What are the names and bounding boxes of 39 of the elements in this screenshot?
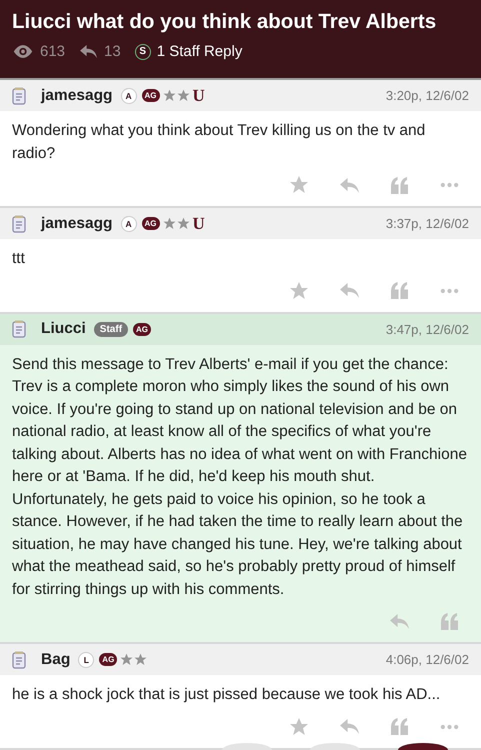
team-badge: AG xyxy=(142,89,160,102)
rank-badge: L xyxy=(78,652,94,668)
reply-count: 13 xyxy=(104,43,121,60)
logo-label: U xyxy=(192,214,205,234)
star-icon xyxy=(162,217,176,230)
post-time: 3:37p, 12/6/02 xyxy=(386,216,469,231)
document-icon xyxy=(12,214,26,232)
document-icon xyxy=(12,320,26,338)
star-icon xyxy=(120,653,134,666)
post-text: Send this message to Trev Alberts' e-mail if you get the chance: Trev is a complete moron who simply likes the sound of his own voice. If you're going to stand up on national television and be on national radio, at least know all of the specifics of what you're talking about. Alberts has no idea of what went on with Franchione here or at 'Bama. If he did, he'd keep his mouth shut. Unfortunately, he gets paid to voice his opinion, so he took a stance. However, if he had taken the time to really learn about the situation, he may have changed his tune. Hey, we're talking about what the meathead said, so he's probably pretty proud of himself for stirring things up with his comments. xyxy=(11,354,468,600)
document-icon xyxy=(12,650,26,668)
author-name[interactable]: Bag xyxy=(41,650,70,668)
staff-reply-count: 1 Staff Reply xyxy=(156,43,242,60)
staff-badge: Staff xyxy=(94,322,128,336)
star-icon xyxy=(176,89,190,102)
view-count: 613 xyxy=(40,43,66,60)
author-name[interactable]: jamesagg xyxy=(41,86,113,104)
post-time: 4:06p, 12/6/02 xyxy=(386,652,469,667)
star-icon xyxy=(134,653,148,666)
post-text: he is a shock jock that is just pissed because we took his AD... xyxy=(11,685,442,705)
post-text: ttt xyxy=(11,249,26,269)
post-time: 3:20p, 12/6/02 xyxy=(386,88,469,103)
post-time: 3:47p, 12/6/02 xyxy=(386,322,469,336)
team-badge: AG xyxy=(133,322,152,336)
topic-title: Liucci what do you think about Trev Alberts xyxy=(12,10,438,34)
star-icon xyxy=(176,217,190,230)
document-icon xyxy=(12,86,26,104)
staff-icon: S xyxy=(134,44,151,60)
post-text: Wondering what you think about Trev killing us on the tv and radio? xyxy=(11,121,426,164)
team-badge: AG xyxy=(99,653,118,666)
author-name[interactable]: jamesagg xyxy=(41,214,113,232)
rank-badge: A xyxy=(120,216,137,232)
author-name[interactable]: Liucci xyxy=(41,320,86,338)
rank-badge: A xyxy=(120,88,137,104)
star-icon xyxy=(162,89,176,102)
logo-label: U xyxy=(192,86,205,106)
eye-icon xyxy=(12,44,34,59)
team-badge: AG xyxy=(142,217,160,230)
reply-icon xyxy=(79,44,98,59)
